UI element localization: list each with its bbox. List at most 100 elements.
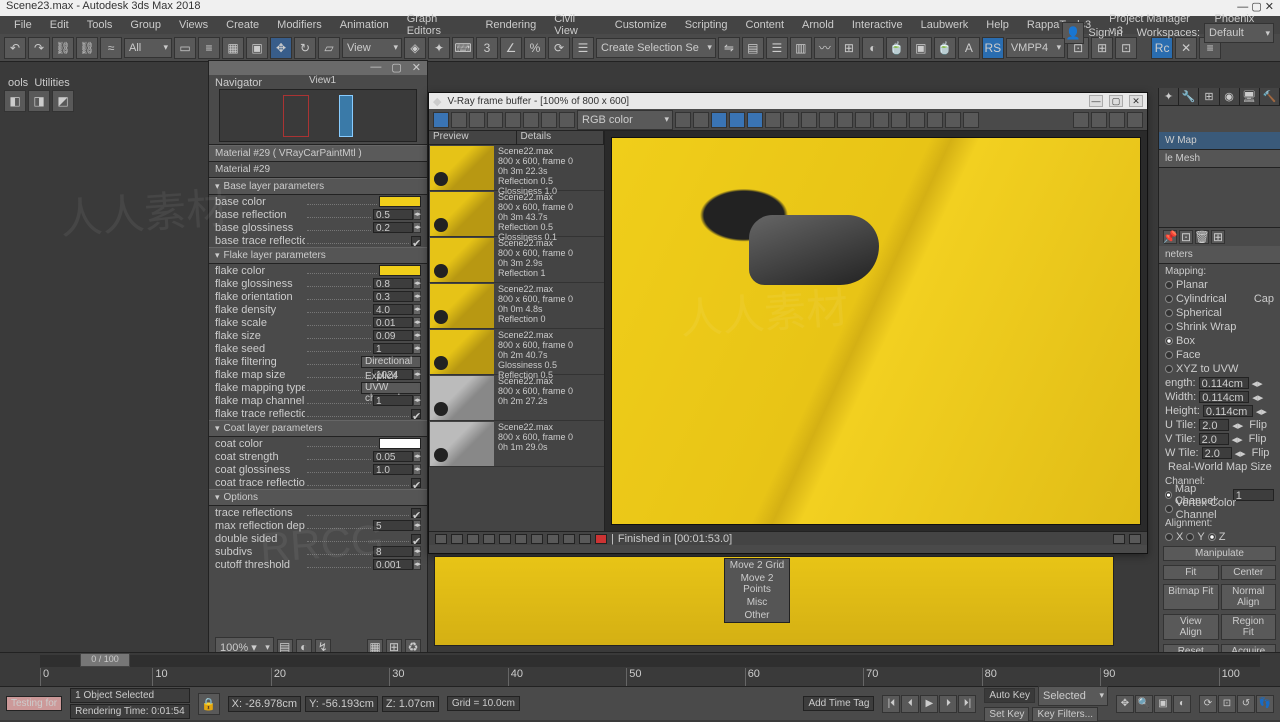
- vfb-close-button[interactable]: ✕: [1129, 95, 1143, 107]
- vfb-s10[interactable]: [579, 534, 591, 544]
- history-item[interactable]: Scene22.max800 x 600, frame 00h 3m 22.3s…: [429, 145, 604, 191]
- color-swatch[interactable]: [379, 196, 421, 207]
- tile-input[interactable]: 2.0: [1202, 447, 1232, 459]
- param-value[interactable]: 0.8: [373, 278, 413, 289]
- param-check[interactable]: ✔: [411, 508, 421, 518]
- time-slider[interactable]: 0 / 100: [80, 653, 130, 667]
- vfb-t9[interactable]: [909, 112, 925, 128]
- spinner[interactable]: ◂▸: [413, 304, 421, 315]
- param-dropdown[interactable]: Directional: [361, 356, 421, 368]
- del-icon[interactable]: 🗑: [1195, 230, 1209, 244]
- menu-content[interactable]: Content: [738, 18, 793, 32]
- context-menu[interactable]: Move 2 GridMove 2 PointsMiscOther: [724, 558, 790, 623]
- vfb-s5[interactable]: [499, 534, 511, 544]
- vfb-s8[interactable]: [547, 534, 559, 544]
- menu-civil-view[interactable]: Civil View: [546, 12, 605, 38]
- radio[interactable]: [1165, 365, 1173, 373]
- vfb-t10[interactable]: [927, 112, 943, 128]
- vfb-blue-icon[interactable]: [711, 112, 727, 128]
- keyfilters-button[interactable]: Key Filters...: [1032, 707, 1098, 722]
- vfb-t7[interactable]: [873, 112, 889, 128]
- prev-frame-icon[interactable]: ⏴: [901, 695, 919, 713]
- spinner[interactable]: ◂▸: [413, 330, 421, 341]
- history-item[interactable]: Scene22.max800 x 600, frame 00h 1m 29.0s: [429, 421, 604, 467]
- cmd-hier-icon[interactable]: ◩: [52, 90, 74, 112]
- rollout-options[interactable]: Options: [209, 489, 427, 506]
- spinner[interactable]: ◂▸: [1252, 377, 1263, 390]
- menu-item[interactable]: Other: [725, 609, 789, 622]
- history-item[interactable]: Scene22.max800 x 600, frame 00h 2m 27.2s: [429, 375, 604, 421]
- menu-modifiers[interactable]: Modifiers: [269, 18, 330, 32]
- menu-item[interactable]: Move 2 Points: [725, 572, 789, 596]
- coord-z[interactable]: Z: 1.07cm: [382, 696, 439, 712]
- tab-display-icon[interactable]: 🖥: [1240, 88, 1260, 105]
- radio[interactable]: [1165, 295, 1173, 303]
- vfb-t5[interactable]: [837, 112, 853, 128]
- vfb-red-icon[interactable]: [675, 112, 691, 128]
- param-check[interactable]: ✔: [411, 478, 421, 488]
- region-fit-button[interactable]: Region Fit: [1221, 614, 1277, 640]
- spinner[interactable]: ◂▸: [1252, 391, 1263, 404]
- spinner[interactable]: ◂▸: [413, 291, 421, 302]
- radio[interactable]: [1165, 351, 1173, 359]
- tab-modify-icon[interactable]: 🔧: [1179, 88, 1199, 105]
- fit-button[interactable]: Fit: [1163, 565, 1219, 580]
- pin-icon[interactable]: 📌: [1163, 230, 1177, 244]
- spinner[interactable]: ◂▸: [413, 343, 421, 354]
- show-icon[interactable]: ⊡: [1179, 230, 1193, 244]
- tab-motion-icon[interactable]: ◉: [1220, 88, 1240, 105]
- rotate-icon[interactable]: ↻: [294, 37, 316, 59]
- modifier-mesh[interactable]: le Mesh: [1159, 150, 1280, 168]
- pivot-icon[interactable]: ◈: [404, 37, 426, 59]
- radio[interactable]: [1165, 337, 1173, 345]
- link-icon[interactable]: ⛓: [52, 37, 74, 59]
- vfb-ab-icon[interactable]: [523, 112, 539, 128]
- rollout-base[interactable]: Base layer parameters: [209, 178, 427, 195]
- spinner[interactable]: ◂▸: [413, 546, 421, 557]
- param-value[interactable]: 1: [373, 395, 413, 406]
- spinner[interactable]: ◂▸: [413, 278, 421, 289]
- param-value[interactable]: 4.0: [373, 304, 413, 315]
- select-name-icon[interactable]: ≡: [198, 37, 220, 59]
- vfb-r4[interactable]: [1127, 112, 1143, 128]
- vfb-s6[interactable]: [515, 534, 527, 544]
- vfb-dup-icon[interactable]: [505, 112, 521, 128]
- modifier-uvwmap[interactable]: W Map: [1159, 132, 1280, 150]
- selection-filter-dropdown[interactable]: All: [124, 38, 172, 58]
- tab-create-icon[interactable]: ✦: [1159, 88, 1179, 105]
- menu-interactive[interactable]: Interactive: [844, 18, 911, 32]
- named-sel-icon[interactable]: ☰: [572, 37, 594, 59]
- named-sel-dropdown[interactable]: Create Selection Se: [596, 38, 716, 58]
- menu-help[interactable]: Help: [978, 18, 1017, 32]
- history-item[interactable]: Scene22.max800 x 600, frame 00h 0m 4.8sR…: [429, 283, 604, 329]
- goto-end-icon[interactable]: ⏵|: [958, 695, 976, 713]
- next-frame-icon[interactable]: ⏵: [939, 695, 957, 713]
- menu-create[interactable]: Create: [218, 18, 267, 32]
- move-icon[interactable]: ✥: [270, 37, 292, 59]
- vfb-channel-dropdown[interactable]: RGB color: [577, 110, 673, 130]
- param-dropdown[interactable]: Explicit UVW channel: [361, 382, 421, 394]
- unlink-icon[interactable]: ⛓: [76, 37, 98, 59]
- vfb-t11[interactable]: [945, 112, 961, 128]
- vfb-t8[interactable]: [891, 112, 907, 128]
- tile-input[interactable]: 2.0: [1199, 433, 1229, 445]
- vfb-region-icon[interactable]: [541, 112, 557, 128]
- vfb-t12[interactable]: [963, 112, 979, 128]
- menu-group[interactable]: Group: [122, 18, 169, 32]
- vfb-titlebar[interactable]: ◆ V-Ray frame buffer - [100% of 800 x 60…: [429, 93, 1147, 109]
- rect-select-icon[interactable]: ▦: [222, 37, 244, 59]
- command-tabs[interactable]: ✦ 🔧 ⊞ ◉ 🖥 🔨: [1159, 88, 1280, 106]
- radio[interactable]: [1165, 309, 1173, 317]
- menu-item[interactable]: Misc: [725, 596, 789, 609]
- manip-icon[interactable]: ✦: [428, 37, 450, 59]
- vfb-render-view[interactable]: [605, 131, 1147, 531]
- timeline[interactable]: 0 / 100: [0, 652, 1280, 668]
- align-z[interactable]: [1208, 533, 1216, 541]
- signin-button[interactable]: 👤: [1062, 22, 1084, 44]
- menu-animation[interactable]: Animation: [332, 18, 397, 32]
- vfb-t1[interactable]: [765, 112, 781, 128]
- panel-window-controls[interactable]: —▢✕: [209, 61, 427, 75]
- snap-icon[interactable]: 3: [476, 37, 498, 59]
- vfb-max-button[interactable]: ▢: [1109, 95, 1123, 107]
- vfb-s1[interactable]: [435, 534, 447, 544]
